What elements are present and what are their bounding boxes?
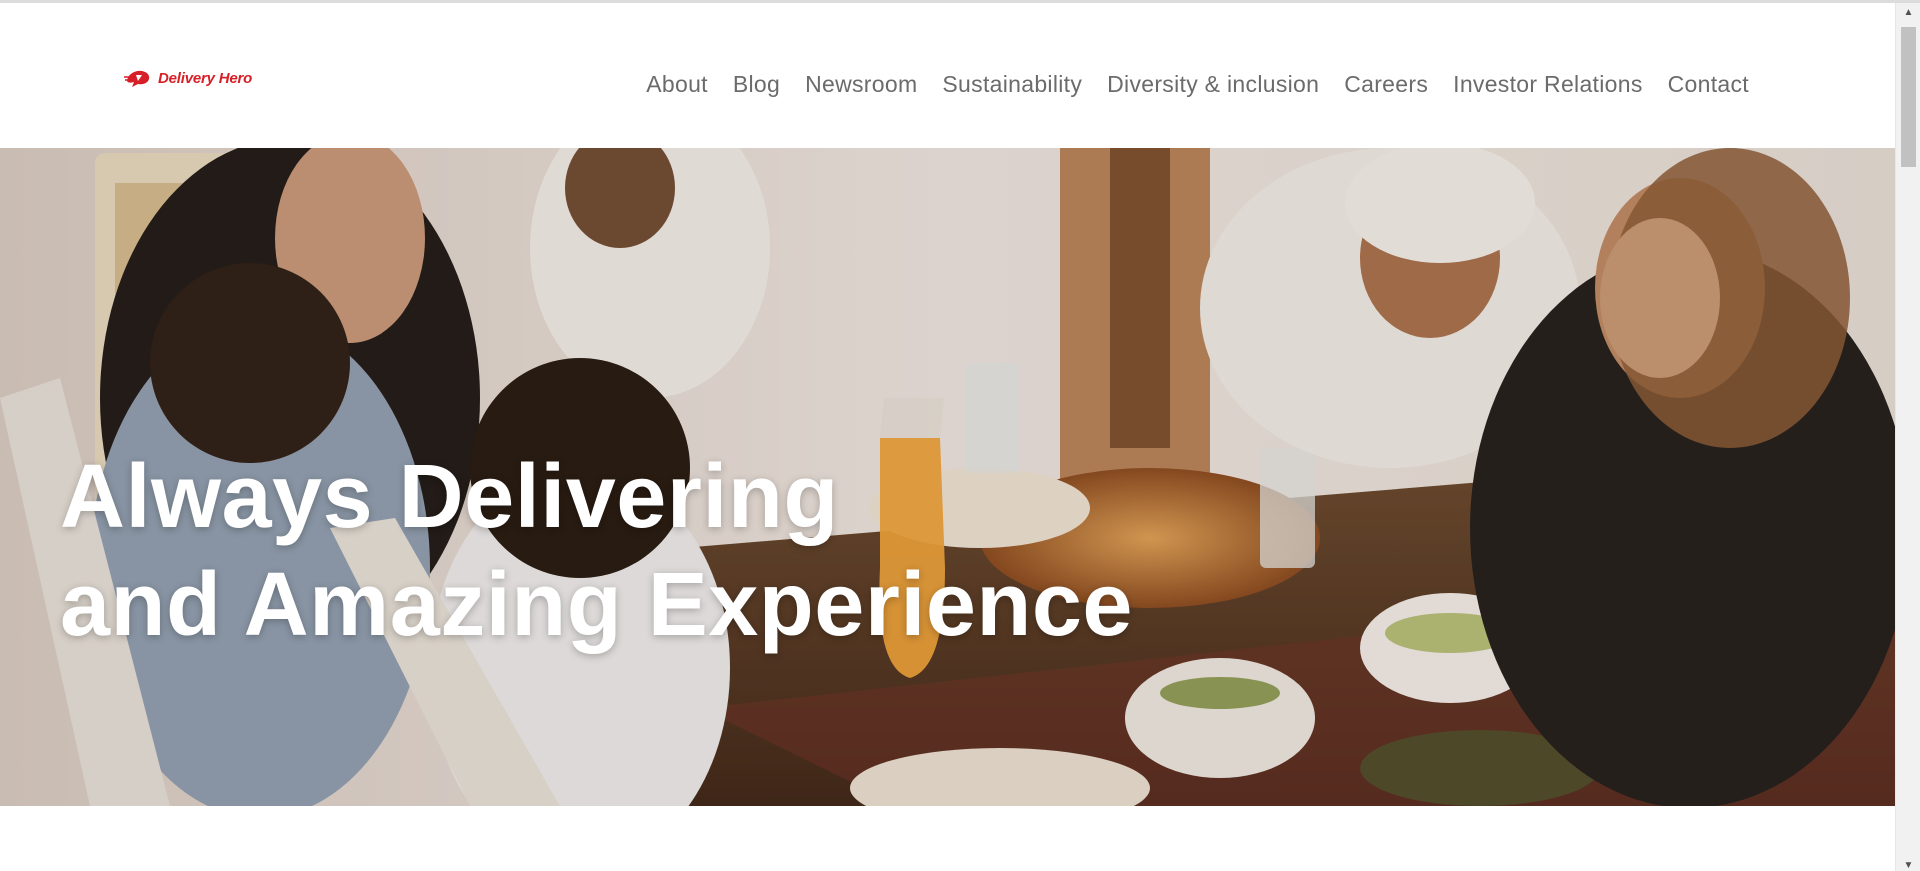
browser-viewport: Delivery Hero About Blog Newsroom Sustai… <box>0 0 1920 871</box>
hero-banner: Always Delivering and Amazing Experience <box>0 148 1895 806</box>
nav-investor-relations[interactable]: Investor Relations <box>1453 71 1643 97</box>
hero-headline: Always Delivering and Amazing Experience <box>60 443 1133 659</box>
logo-wordmark: Delivery Hero <box>158 69 253 87</box>
nav-careers[interactable]: Careers <box>1344 71 1428 97</box>
arrow-down-icon[interactable]: ▼ <box>1896 856 1920 871</box>
delivery-hero-logo[interactable]: Delivery Hero <box>124 67 252 89</box>
site-header: Delivery Hero About Blog Newsroom Sustai… <box>0 3 1895 148</box>
main-navigation: About Blog Newsroom Sustainability Diver… <box>646 71 1749 98</box>
nav-blog[interactable]: Blog <box>733 71 780 97</box>
nav-diversity-inclusion[interactable]: Diversity & inclusion <box>1107 71 1319 97</box>
page-scrollbar[interactable]: ▲ ▼ <box>1895 3 1920 871</box>
nav-newsroom[interactable]: Newsroom <box>805 71 917 97</box>
scrollbar-thumb[interactable] <box>1901 27 1916 167</box>
nav-contact[interactable]: Contact <box>1668 71 1749 97</box>
content-area <box>0 806 1895 871</box>
arrow-up-icon[interactable]: ▲ <box>1896 3 1920 21</box>
nav-about[interactable]: About <box>646 71 708 97</box>
nav-sustainability[interactable]: Sustainability <box>942 71 1082 97</box>
delivery-hero-logo-icon <box>124 70 150 87</box>
hero-headline-line-2: and Amazing Experience <box>60 555 1133 655</box>
hero-headline-line-1: Always Delivering <box>60 447 839 547</box>
